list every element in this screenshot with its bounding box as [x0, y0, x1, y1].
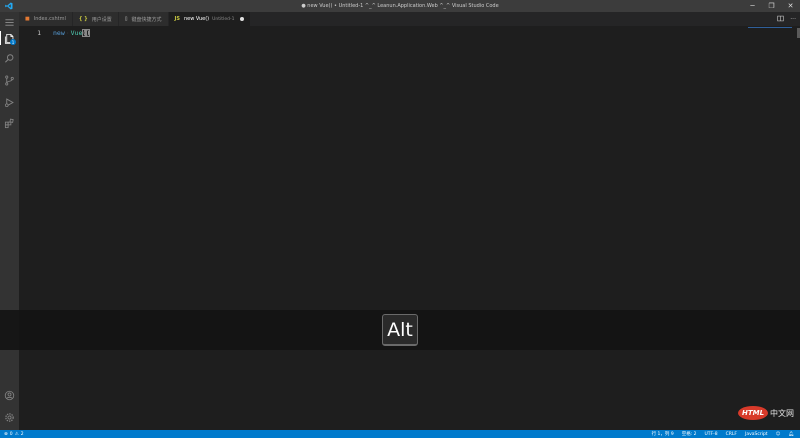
tab-bar: ■ Index.cshtml { } 用户设置 ▯ 键盘快捷方式 JS new …: [19, 12, 800, 26]
activity-bar: 1: [0, 12, 19, 430]
tab-keyboard-shortcuts[interactable]: ▯ 键盘快捷方式: [118, 12, 169, 26]
minimap-preview: [748, 27, 792, 28]
indentation-setting[interactable]: 空格: 2: [682, 431, 697, 437]
tab-description: Untitled-1: [212, 16, 235, 22]
title-bar: ● new Vue() • Untitled-1 ^_^ Leanun.Appl…: [0, 0, 800, 12]
tab-index-cshtml[interactable]: ■ Index.cshtml: [19, 12, 73, 26]
class-token: Vue: [70, 28, 83, 37]
watermark-logo: HTML: [738, 406, 768, 420]
split-editor-icon[interactable]: [777, 15, 784, 24]
source-control-icon[interactable]: [0, 70, 19, 90]
window-title: ● new Vue() • Untitled-1 ^_^ Leanun.Appl…: [301, 3, 499, 9]
more-actions-icon[interactable]: ···: [790, 16, 796, 23]
error-icon: ⊗: [4, 431, 8, 437]
unsaved-dot-icon[interactable]: [240, 17, 245, 21]
keystroke-overlay: Alt: [0, 310, 800, 350]
debug-icon[interactable]: [0, 92, 19, 112]
html-file-icon: ■: [25, 16, 30, 22]
explorer-icon[interactable]: 1: [0, 28, 19, 48]
account-icon[interactable]: [0, 385, 19, 405]
language-mode[interactable]: JavaScript: [745, 432, 768, 437]
watermark-text: 中文网: [770, 408, 794, 418]
search-icon[interactable]: [0, 48, 19, 68]
tab-label: Index.cshtml: [33, 16, 66, 22]
warning-count: 2: [20, 431, 24, 437]
problems-indicator[interactable]: ⊗ 0 ⚠ 2: [0, 432, 24, 437]
warning-icon: ⚠: [14, 431, 19, 437]
maximize-button[interactable]: ❐: [762, 0, 781, 12]
cursor-position[interactable]: 行 1，列 9: [652, 431, 674, 437]
file-icon: ▯: [124, 16, 128, 22]
extensions-icon[interactable]: [0, 113, 19, 133]
close-button[interactable]: ✕: [781, 0, 800, 12]
settings-gear-icon[interactable]: [0, 407, 19, 427]
tab-new-vue[interactable]: JS new Vue() Untitled-1: [168, 12, 252, 26]
minimize-button[interactable]: ─: [743, 0, 762, 12]
line-number: 1: [37, 28, 41, 37]
tab-label: new Vue(): [183, 16, 210, 22]
tab-label: 用户设置: [91, 16, 112, 23]
status-bar: ⊗ 0 ⚠ 2 行 1，列 9 空格: 2 UTF-8 CRLF JavaScr…: [0, 430, 800, 438]
editor-area[interactable]: 1 new · Vue ( ): [19, 26, 800, 430]
tab-label: 键盘快捷方式: [131, 16, 162, 23]
key-cap: Alt: [382, 314, 418, 346]
code-line[interactable]: 1 new · Vue ( ): [19, 28, 800, 37]
tab-user-settings[interactable]: { } 用户设置: [72, 12, 119, 26]
feedback-icon[interactable]: ☺: [776, 432, 781, 437]
watermark: HTML 中文网: [738, 406, 794, 420]
explorer-badge: 1: [10, 39, 16, 45]
eol-setting[interactable]: CRLF: [726, 432, 737, 437]
error-count: 0: [9, 431, 13, 437]
js-file-icon: JS: [174, 16, 180, 22]
whitespace-marker: ·: [65, 28, 70, 37]
notifications-bell-icon[interactable]: 🔔︎: [788, 432, 794, 437]
encoding-setting[interactable]: UTF-8: [705, 432, 718, 437]
json-file-icon: { }: [78, 16, 88, 22]
keyword-token: new: [53, 28, 65, 37]
close-paren-token: ): [86, 28, 91, 37]
